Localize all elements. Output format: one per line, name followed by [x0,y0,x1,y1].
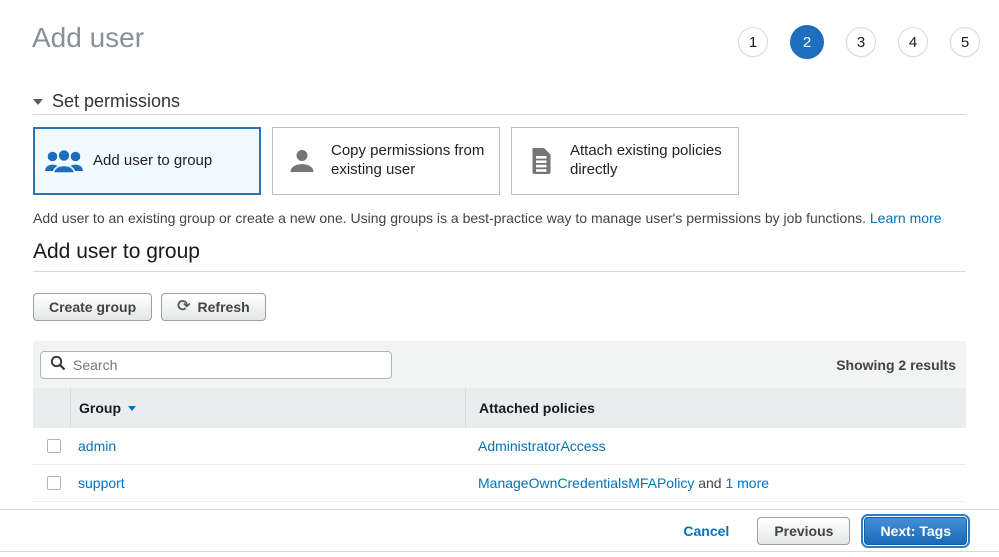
refresh-label: Refresh [198,299,250,315]
group-actions: Create group ⟳ Refresh [33,293,266,321]
step-indicator: 1 2 3 4 5 [738,25,980,59]
next-tags-button[interactable]: Next: Tags [864,517,967,545]
user-icon [273,148,331,174]
divider [33,271,966,272]
group-section-title: Add user to group [33,240,200,264]
table-row-admin: admin AdministratorAccess [33,428,966,465]
refresh-button[interactable]: ⟳ Refresh [161,293,266,321]
step-1: 1 [738,27,768,57]
header-group-label: Group [79,400,121,416]
option-label: Add user to group [93,152,220,171]
step-5: 5 [950,27,980,57]
step-4: 4 [898,27,928,57]
results-count: Showing 2 results [836,357,956,373]
table-header-row: Group Attached policies [33,388,966,428]
policy-link[interactable]: AdministratorAccess [478,438,606,454]
section-title: Set permissions [52,91,180,112]
row-checkbox[interactable] [47,439,61,453]
step-3: 3 [846,27,876,57]
option-copy-permissions[interactable]: Copy permissions from existing user [272,127,500,195]
header-group[interactable]: Group [70,388,465,428]
group-cell: admin [70,428,465,464]
group-link[interactable]: support [78,475,125,491]
search-box[interactable] [40,351,392,379]
policy-cell: AdministratorAccess [465,428,966,464]
table-toolbar: Showing 2 results [33,341,966,388]
more-link[interactable]: 1 more [725,475,769,491]
cancel-button[interactable]: Cancel [683,523,729,539]
create-group-button[interactable]: Create group [33,293,152,321]
previous-label: Previous [774,523,833,539]
search-input[interactable] [73,357,382,373]
option-label: Attach existing policies directly [570,142,738,180]
header-checkbox-cell [33,388,70,428]
group-cell: support [70,465,465,501]
document-icon [512,147,570,175]
section-description: Add user to an existing group or create … [33,210,973,226]
wizard-footer: Cancel Previous Next: Tags [0,509,999,552]
divider [33,114,966,115]
chevron-down-icon [33,99,43,105]
description-text: Add user to an existing group or create … [33,210,870,226]
group-link[interactable]: admin [78,438,116,454]
row-checkbox[interactable] [47,476,61,490]
create-group-label: Create group [49,299,136,315]
sort-desc-icon [128,406,136,411]
header-attached-policies[interactable]: Attached policies [465,388,966,428]
permission-option-cards: Add user to group Copy permissions from … [33,127,739,195]
refresh-icon: ⟳ [177,299,190,315]
previous-button[interactable]: Previous [757,517,850,545]
option-attach-policies[interactable]: Attach existing policies directly [511,127,739,195]
add-user-wizard: Add user 1 2 3 4 5 Set permissions [0,0,999,557]
learn-more-link[interactable]: Learn more [870,210,942,226]
option-label: Copy permissions from existing user [331,142,499,180]
step-2-active: 2 [790,25,824,59]
and-text: and [694,475,725,491]
policy-cell: ManageOwnCredentialsMFAPolicy and 1 more [465,465,966,501]
checkbox-cell [33,465,70,501]
set-permissions-header[interactable]: Set permissions [33,91,180,112]
policy-link[interactable]: ManageOwnCredentialsMFAPolicy [478,475,694,491]
option-add-user-to-group[interactable]: Add user to group [33,127,261,195]
group-icon [35,147,93,175]
checkbox-cell [33,428,70,464]
search-icon [50,355,66,374]
page-title: Add user [32,22,144,54]
header-policies-label: Attached policies [479,400,595,416]
table-row-support: support ManageOwnCredentialsMFAPolicy an… [33,465,966,502]
next-tags-label: Next: Tags [880,523,951,539]
groups-table: Showing 2 results Group Attached policie… [33,341,966,502]
